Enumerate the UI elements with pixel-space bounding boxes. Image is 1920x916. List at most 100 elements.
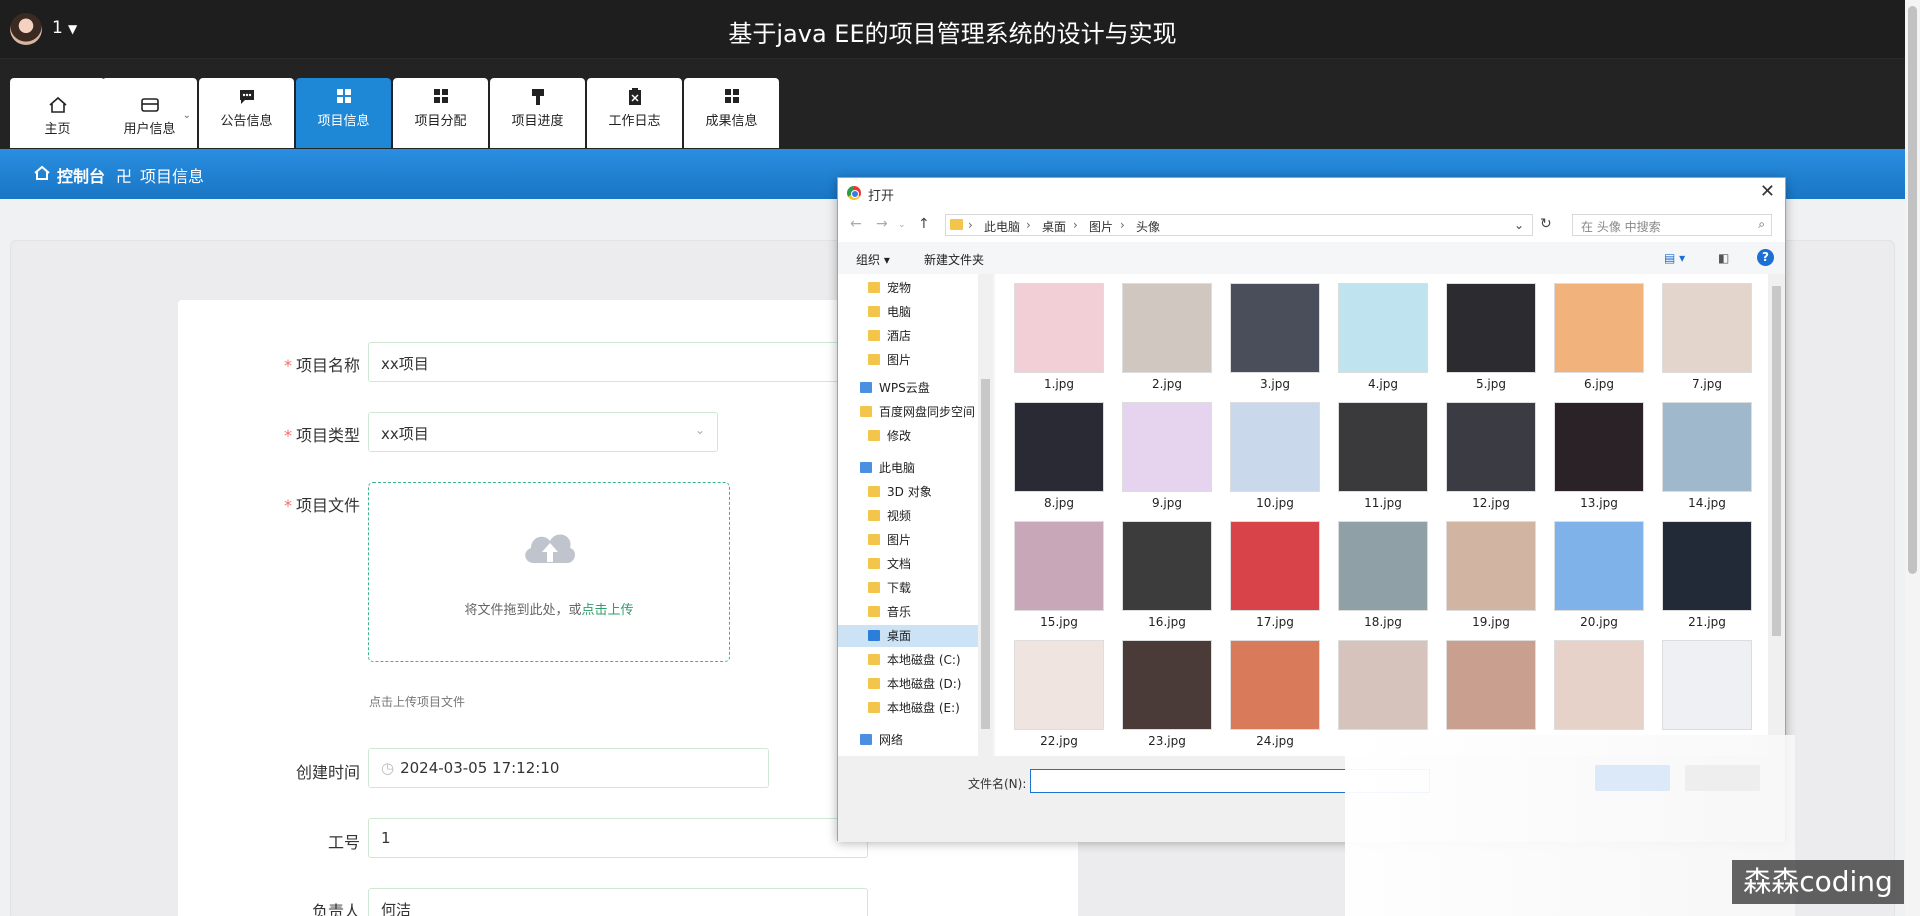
tree-item[interactable]: 电脑 <box>838 301 978 323</box>
tab-assign[interactable]: 项目分配 <box>393 78 488 148</box>
chevron-down-icon[interactable]: ⌄ <box>1514 218 1524 232</box>
forward-icon[interactable]: → <box>876 216 888 232</box>
path-segment[interactable]: 图片 <box>1089 218 1113 235</box>
tree-scrollbar[interactable] <box>978 274 993 756</box>
folder-icon <box>868 678 880 689</box>
file-thumbnail[interactable]: 19.jpg <box>1445 521 1537 633</box>
back-icon[interactable]: ← <box>850 216 862 232</box>
file-thumbnail[interactable]: 11.jpg <box>1337 402 1429 514</box>
tree-item[interactable]: 文档 <box>838 553 978 575</box>
file-thumbnail[interactable]: 23.jpg <box>1121 640 1213 752</box>
upload-dropzone[interactable]: 将文件拖到此处，或点击上传 <box>368 482 730 662</box>
tree-item[interactable]: 修改 <box>838 425 978 447</box>
file-thumbnail[interactable]: 5.jpg <box>1445 283 1537 395</box>
top-bar: 1 ▼ 基于java EE的项目管理系统的设计与实现 <box>0 0 1905 59</box>
tab-results[interactable]: 成果信息 <box>684 78 779 148</box>
file-thumbnail[interactable]: 21.jpg <box>1661 521 1753 633</box>
tree-item[interactable]: 音乐 <box>838 601 978 623</box>
breadcrumb-home[interactable]: 控制台 <box>57 163 105 187</box>
file-thumbnail[interactable]: 4.jpg <box>1337 283 1429 395</box>
tree-item[interactable]: 下载 <box>838 577 978 599</box>
file-thumbnail[interactable]: 24.jpg <box>1229 640 1321 752</box>
tree-item-label: 图片 <box>887 353 912 367</box>
tree-item-label: 图片 <box>887 533 912 547</box>
address-bar[interactable]: › 此电脑 › 桌面 › 图片 › 头像 ⌄ <box>945 214 1533 236</box>
file-thumbnail[interactable]: 15.jpg <box>1013 521 1105 633</box>
tree-item[interactable]: 桌面 <box>838 625 978 647</box>
tree-item[interactable]: 此电脑 <box>838 457 978 479</box>
tree-item[interactable]: 本地磁盘 (C:) <box>838 649 978 671</box>
file-thumbnail[interactable]: 2.jpg <box>1121 283 1213 395</box>
tab-progress[interactable]: 项目进度 <box>490 78 585 148</box>
file-thumbnail[interactable]: 18.jpg <box>1337 521 1429 633</box>
file-thumbnail[interactable]: 10.jpg <box>1229 402 1321 514</box>
tree-item[interactable]: 图片 <box>838 529 978 551</box>
tab-notices[interactable]: 公告信息 <box>199 78 294 148</box>
up-icon[interactable]: ↑ <box>918 216 930 232</box>
file-thumbnail[interactable]: 3.jpg <box>1229 283 1321 395</box>
tree-item-label: 下载 <box>887 581 912 595</box>
tab-home[interactable]: 主页 <box>10 78 105 148</box>
tree-item[interactable]: 视频 <box>838 505 978 527</box>
help-icon[interactable]: ? <box>1757 249 1774 266</box>
file-thumbnail[interactable]: 17.jpg <box>1229 521 1321 633</box>
file-name: 24.jpg <box>1256 734 1294 748</box>
tree-item[interactable]: 网络 <box>838 729 978 751</box>
file-thumbnail[interactable]: 6.jpg <box>1553 283 1645 395</box>
dialog-titlebar[interactable]: 打开 ✕ <box>838 178 1785 208</box>
clock-icon: ◷ <box>381 759 395 777</box>
preview-pane-icon[interactable]: ◧ <box>1718 251 1729 265</box>
tree-item[interactable]: 3D 对象 <box>838 481 978 503</box>
view-icon[interactable]: ▤ ▾ <box>1664 251 1685 265</box>
file-thumbnail[interactable]: 12.jpg <box>1445 402 1537 514</box>
owner-input[interactable]: 何洁 <box>368 888 868 916</box>
upload-link[interactable]: 点击上传 <box>582 603 634 618</box>
tree-item[interactable]: 图片 <box>838 349 978 371</box>
path-segment[interactable]: 桌面 <box>1042 218 1066 235</box>
path-segment[interactable]: 此电脑 <box>984 218 1020 235</box>
thumbnail-image <box>1662 521 1752 611</box>
open-button[interactable] <box>1595 765 1670 791</box>
tree-item[interactable]: 百度网盘同步空间 <box>838 401 978 423</box>
file-thumbnail[interactable]: 1.jpg <box>1013 283 1105 395</box>
organize-button[interactable]: 组织 ▾ <box>856 251 890 268</box>
file-label: * 项目文件 <box>283 496 360 515</box>
tree-item-label: 本地磁盘 (D:) <box>887 677 962 691</box>
scrollbar-thumb[interactable] <box>1908 6 1917 574</box>
cancel-button[interactable] <box>1685 765 1760 791</box>
file-thumbnail[interactable]: 13.jpg <box>1553 402 1645 514</box>
tab-label: 项目信息 <box>317 114 370 129</box>
tab-worklog[interactable]: 工作日志 <box>587 78 682 148</box>
tree-item[interactable]: 本地磁盘 (D:) <box>838 673 978 695</box>
thumbnail-image <box>1014 521 1104 611</box>
job-number-input[interactable]: 1 <box>368 818 868 858</box>
project-name-input[interactable]: xx项目 <box>368 342 878 382</box>
close-icon[interactable]: ✕ <box>1760 181 1775 202</box>
search-icon: ⌕ <box>1758 217 1765 231</box>
tree-item[interactable]: 宠物 <box>838 277 978 299</box>
chat-icon <box>239 90 254 104</box>
chevron-down-icon[interactable]: ⌄ <box>898 220 906 230</box>
project-type-select[interactable]: xx项目 ⌄ <box>368 412 718 452</box>
grid-scrollbar[interactable] <box>1768 274 1785 756</box>
file-thumbnail[interactable]: 16.jpg <box>1121 521 1213 633</box>
refresh-icon[interactable]: ↻ <box>1540 216 1552 232</box>
file-thumbnail[interactable]: 14.jpg <box>1661 402 1753 514</box>
path-segment[interactable]: 头像 <box>1136 218 1160 235</box>
file-thumbnail[interactable]: 22.jpg <box>1013 640 1105 752</box>
tree-item-label: 视频 <box>887 509 912 523</box>
tree-item[interactable]: 酒店 <box>838 325 978 347</box>
tree-item-label: 酒店 <box>887 329 912 343</box>
file-thumbnail[interactable]: 9.jpg <box>1121 402 1213 514</box>
file-thumbnail[interactable]: 8.jpg <box>1013 402 1105 514</box>
new-folder-button[interactable]: 新建文件夹 <box>924 251 984 268</box>
file-thumbnail[interactable]: 20.jpg <box>1553 521 1645 633</box>
created-time-input[interactable]: ◷ 2024-03-05 17:12:10 <box>368 748 769 788</box>
tab-users[interactable]: 用户信息 ⌄ <box>102 78 197 148</box>
page-scrollbar[interactable] <box>1905 0 1920 916</box>
file-thumbnail[interactable]: 7.jpg <box>1661 283 1753 395</box>
tab-projects[interactable]: 项目信息 <box>296 78 391 148</box>
search-input[interactable]: 在 头像 中搜索 ⌕ <box>1572 214 1772 236</box>
tree-item[interactable]: WPS云盘 <box>838 377 978 399</box>
tree-item[interactable]: 本地磁盘 (E:) <box>838 697 978 719</box>
